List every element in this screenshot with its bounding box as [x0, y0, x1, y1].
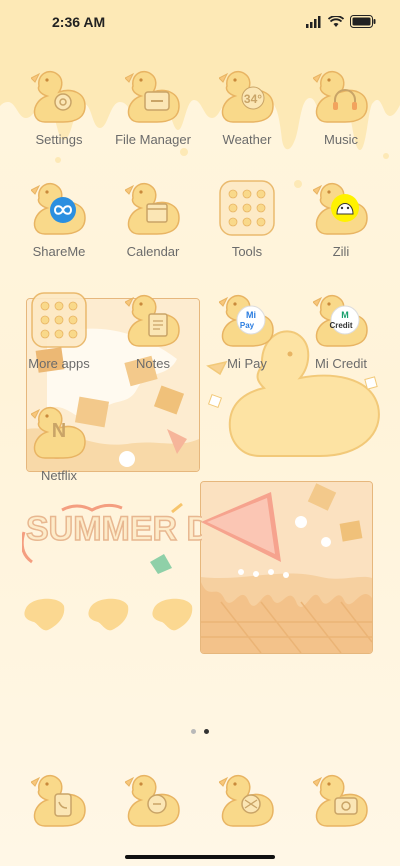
infinity-icon — [31, 180, 87, 236]
mi-pay-icon: Mi Pay — [219, 292, 275, 348]
status-time: 2:36 AM — [52, 14, 106, 30]
app-label: Netflix — [40, 468, 78, 483]
headphones-icon — [313, 68, 369, 124]
netflix-icon: N — [31, 404, 87, 460]
camera-icon — [313, 772, 369, 828]
weather-icon: 34° — [219, 68, 275, 124]
icon-glyph-text: Pay — [239, 321, 255, 330]
app-label: Music — [324, 132, 358, 147]
summer-day-art: SUMMER DAY — [22, 502, 202, 574]
app-mi-credit[interactable]: M Credit Mi Credit — [296, 292, 386, 371]
app-weather[interactable]: 34° Weather — [202, 68, 292, 147]
phone-icon — [31, 772, 87, 828]
drop-decorations — [24, 598, 193, 631]
browser-icon — [219, 772, 275, 828]
app-label: ShareMe — [32, 244, 86, 259]
folder-icon — [125, 68, 181, 124]
app-tools[interactable]: Tools — [202, 180, 292, 259]
message-icon — [125, 772, 181, 828]
page-dot-1[interactable] — [191, 729, 196, 734]
app-music[interactable]: Music — [296, 68, 386, 147]
app-calendar[interactable]: Calendar — [108, 180, 198, 259]
page-dot-2[interactable] — [204, 729, 209, 734]
notes-icon — [125, 292, 181, 348]
fruit-illustration — [201, 482, 372, 653]
mi-credit-icon: M Credit — [313, 292, 369, 348]
app-netflix[interactable]: N Netflix — [14, 404, 104, 483]
icon-glyph-text: 34° — [243, 92, 263, 106]
folder-grid-icon — [31, 292, 87, 348]
svg-text:M: M — [341, 310, 349, 320]
battery-icon — [350, 15, 376, 28]
dock-browser[interactable] — [202, 772, 292, 828]
app-label: Tools — [231, 244, 263, 259]
app-label: Mi Credit — [314, 356, 367, 371]
svg-text:Mi: Mi — [246, 310, 256, 320]
app-more-apps[interactable]: More apps — [14, 292, 104, 371]
app-file-manager[interactable]: File Manager — [108, 68, 198, 147]
app-label: Calendar — [126, 244, 180, 259]
app-shareme[interactable]: ShareMe — [14, 180, 104, 259]
summer-word: SUMMER DAY — [26, 510, 202, 548]
app-label: Settings — [35, 132, 83, 147]
icon-glyph-text: Credit — [329, 321, 353, 330]
app-zili[interactable]: Zili — [296, 180, 386, 259]
icon-glyph-text: N — [51, 420, 67, 442]
gear-icon — [31, 68, 87, 124]
app-label: Mi Pay — [227, 356, 267, 371]
app-settings[interactable]: Settings — [14, 68, 104, 147]
app-notes[interactable]: Notes — [108, 292, 198, 371]
app-label: Notes — [136, 356, 170, 371]
fruit-photo-widget[interactable] — [200, 481, 373, 654]
app-label: More apps — [28, 356, 90, 371]
folder-grid-icon — [219, 180, 275, 236]
app-label: File Manager — [115, 132, 191, 147]
dock-messages[interactable] — [108, 772, 198, 828]
status-bar: 2:36 AM — [0, 0, 400, 46]
app-label: Weather — [222, 132, 272, 147]
app-mi-pay[interactable]: Mi Pay Mi Pay — [202, 292, 292, 371]
smiley-icon — [313, 180, 369, 236]
home-indicator[interactable] — [125, 855, 275, 859]
signal-icon — [306, 15, 321, 28]
dock-phone[interactable] — [14, 772, 104, 828]
page-indicator[interactable] — [0, 729, 400, 734]
dock-camera[interactable] — [296, 772, 386, 828]
wifi-icon — [328, 15, 344, 27]
calendar-icon — [125, 180, 181, 236]
app-label: Zili — [332, 244, 350, 259]
